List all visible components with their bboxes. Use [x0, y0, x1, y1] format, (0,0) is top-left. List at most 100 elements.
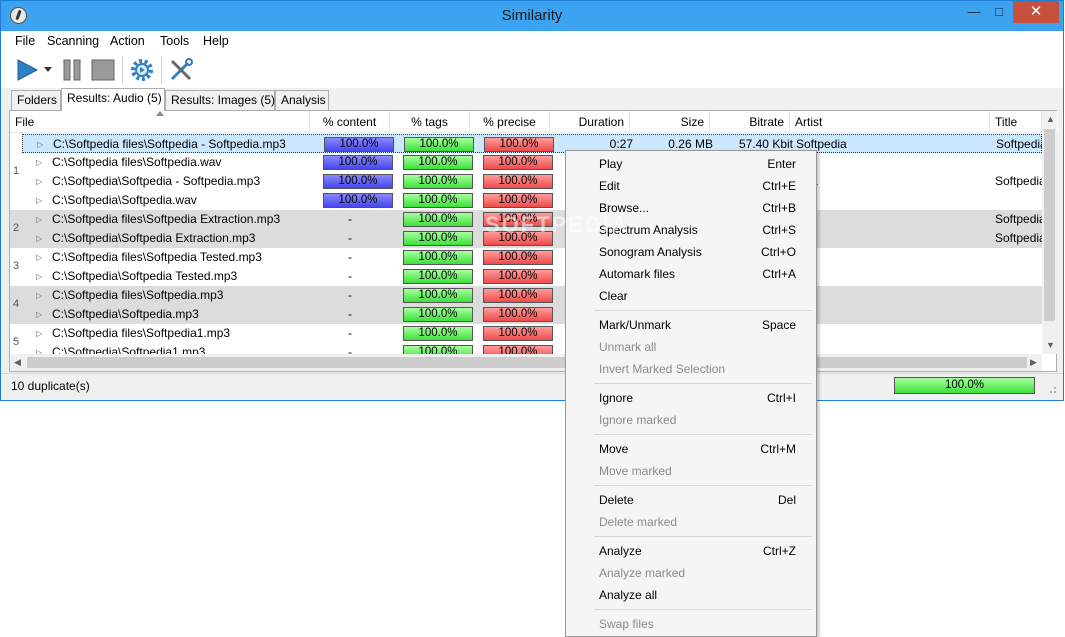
menu-item-delete[interactable]: Delete Del — [566, 489, 816, 511]
menu-item-shortcut: Space — [761, 318, 796, 332]
expand-arrow-icon[interactable]: ▷ — [36, 191, 42, 210]
column-size[interactable]: Size — [630, 111, 710, 133]
menu-action[interactable]: Action — [110, 34, 145, 48]
gear-icon[interactable] — [129, 57, 155, 83]
toolbar — [1, 52, 1063, 88]
scroll-down-icon[interactable]: ▼ — [1046, 340, 1055, 350]
scroll-right-icon[interactable]: ▶ — [1030, 357, 1037, 368]
horizontal-scroll-thumb[interactable] — [27, 357, 1027, 368]
menu-item-ignore[interactable]: Ignore Ctrl+I — [566, 387, 816, 409]
menu-item-clear[interactable]: Clear — [566, 285, 816, 307]
column-content[interactable]: % content — [310, 111, 390, 133]
expand-arrow-icon[interactable]: ▷ — [36, 267, 42, 286]
content-value: - — [348, 307, 352, 321]
expand-arrow-icon[interactable]: ▷ — [36, 343, 42, 354]
tab-results-audio[interactable]: Results: Audio (5) — [61, 88, 165, 111]
group-number: 5 — [12, 336, 20, 348]
expand-arrow-icon[interactable]: ▷ — [36, 229, 42, 248]
menu-item-label: Move marked — [599, 464, 672, 478]
duplicate-group: 4 ▷ C:\Softpedia files\Softpedia.mp3 - 100.0… — [10, 286, 1042, 324]
scroll-up-icon[interactable]: ▲ — [1046, 114, 1055, 124]
table-row[interactable]: ▷ C:\Softpedia\Softpedia1.mp3 - 100.0% 100.0… — [22, 343, 1042, 354]
table-row[interactable]: ▷ C:\Softpedia files\Softpedia - Softpedi… — [22, 134, 1042, 153]
content-value: - — [348, 269, 352, 283]
content-value: - — [348, 288, 352, 302]
menu-scanning[interactable]: Scanning — [47, 34, 99, 48]
group-number: 3 — [12, 260, 20, 272]
menu-separator — [594, 310, 812, 311]
expand-arrow-icon[interactable]: ▷ — [36, 248, 42, 267]
file-path: C:\Softpedia files\Softpedia Tested.mp3 — [52, 250, 262, 264]
title-bar[interactable]: Similarity — □ ✕ — [1, 1, 1063, 31]
table-row[interactable]: ▷ C:\Softpedia\Softpedia Tested.mp3 - 100.0… — [22, 267, 1042, 286]
tab-folders[interactable]: Folders — [11, 90, 61, 110]
column-duration[interactable]: Duration — [550, 111, 630, 133]
content-match-bar: 100.0% — [323, 193, 393, 208]
table-row[interactable]: ▷ C:\Softpedia files\Softpedia.wav 100.0% 1… — [22, 153, 1042, 172]
content-value: - — [348, 212, 352, 226]
column-title[interactable]: Title — [990, 111, 1042, 133]
file-path: C:\Softpedia files\Softpedia1.mp3 — [52, 326, 231, 340]
scan-progress-label: 100.0% — [944, 379, 984, 391]
expand-arrow-icon[interactable]: ▷ — [37, 135, 43, 154]
expand-arrow-icon[interactable]: ▷ — [36, 210, 42, 229]
table-row[interactable]: ▷ C:\Softpedia\Softpedia.wav 100.0% 100.0% 1… — [22, 191, 1042, 210]
vertical-scroll-thumb[interactable] — [1044, 129, 1055, 321]
menu-item-move-marked: Move marked — [566, 460, 816, 482]
menu-separator — [594, 609, 812, 610]
sort-arrow-icon — [156, 111, 164, 116]
scroll-left-icon[interactable]: ◀ — [14, 357, 21, 368]
menu-item-shortcut: Ctrl+I — [766, 391, 796, 405]
pause-icon[interactable] — [61, 58, 83, 82]
table-row[interactable]: ▷ C:\Softpedia\Softpedia - Softpedia.mp3 1… — [22, 172, 1042, 191]
menu-item-label: Play — [599, 157, 623, 171]
menu-tools[interactable]: Tools — [160, 34, 189, 48]
menu-item-shortcut: Enter — [767, 157, 796, 171]
toolbar-divider — [161, 56, 162, 84]
menu-item-label: Clear — [599, 289, 628, 303]
maximize-button[interactable]: □ — [987, 1, 1011, 23]
expand-arrow-icon[interactable]: ▷ — [36, 305, 42, 324]
table-row[interactable]: ▷ C:\Softpedia files\Softpedia1.mp3 - 100.0… — [22, 324, 1042, 343]
menu-separator — [594, 383, 812, 384]
menu-help[interactable]: Help — [203, 34, 229, 48]
menu-item-label: Unmark all — [599, 340, 657, 354]
menu-item-mark-unmark[interactable]: Mark/Unmark Space — [566, 314, 816, 336]
tab-results-images[interactable]: Results: Images (5) — [165, 90, 275, 110]
table-row[interactable]: ▷ C:\Softpedia files\Softpedia.mp3 - 100.0%… — [22, 286, 1042, 305]
menu-item-analyze[interactable]: Analyze Ctrl+Z — [566, 540, 816, 562]
close-button[interactable]: ✕ — [1013, 1, 1059, 23]
stop-icon[interactable] — [90, 58, 116, 82]
precise-match-bar: 100.0% — [483, 269, 553, 284]
column-precise[interactable]: % precise — [470, 111, 550, 133]
menu-file[interactable]: File — [15, 34, 35, 48]
tools-icon[interactable] — [168, 57, 194, 83]
expand-arrow-icon[interactable]: ▷ — [36, 153, 42, 172]
table-row[interactable]: ▷ C:\Softpedia files\Softpedia Tested.mp3… — [22, 248, 1042, 267]
play-icon[interactable] — [15, 58, 39, 82]
file-path: C:\Softpedia\Softpedia Tested.mp3 — [52, 269, 238, 283]
menu-item-shortcut: Ctrl+A — [762, 267, 796, 281]
menu-item-move[interactable]: Move Ctrl+M — [566, 438, 816, 460]
watermark: SOFTPEDIA — [485, 212, 629, 237]
menu-item-play[interactable]: Play Enter — [566, 153, 816, 175]
tags-match-bar: 100.0% — [403, 326, 473, 341]
table-row[interactable]: ▷ C:\Softpedia\Softpedia.mp3 - 100.0% 100.0% — [22, 305, 1042, 324]
menu-item-analyze-all[interactable]: Analyze all — [566, 584, 816, 606]
chevron-down-icon[interactable] — [43, 66, 53, 74]
vertical-scrollbar[interactable]: ▲ ▼ — [1042, 111, 1057, 354]
column-artist[interactable]: Artist — [790, 111, 990, 133]
column-tags[interactable]: % tags — [390, 111, 470, 133]
menu-item-delete-marked: Delete marked — [566, 511, 816, 533]
menu-item-edit[interactable]: Edit Ctrl+E — [566, 175, 816, 197]
horizontal-scrollbar[interactable]: ◀ ▶ — [10, 354, 1042, 371]
minimize-button[interactable]: — — [963, 1, 985, 23]
menu-item-sonogram-analysis[interactable]: Sonogram Analysis Ctrl+O — [566, 241, 816, 263]
expand-arrow-icon[interactable]: ▷ — [36, 172, 42, 191]
resize-grip-icon[interactable] — [1047, 384, 1057, 394]
column-bitrate[interactable]: Bitrate — [710, 111, 790, 133]
expand-arrow-icon[interactable]: ▷ — [36, 286, 42, 305]
tab-analysis[interactable]: Analysis — [275, 90, 329, 110]
menu-item-automark-files[interactable]: Automark files Ctrl+A — [566, 263, 816, 285]
expand-arrow-icon[interactable]: ▷ — [36, 324, 42, 343]
